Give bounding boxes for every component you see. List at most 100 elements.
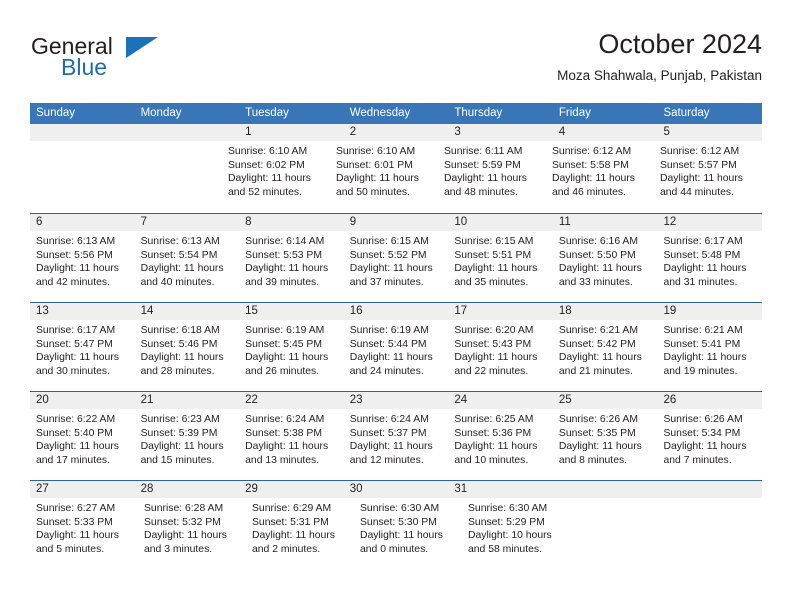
sunset-text: Sunset: 6:02 PM: [228, 159, 305, 171]
daylight-text: Daylight: 11 hours and 3 minutes.: [144, 530, 227, 555]
calendar-day-cell[interactable]: Sunrise: 6:10 AM Sunset: 6:01 PM Daylight:…: [330, 124, 438, 213]
calendar-day-cell[interactable]: Sunrise: 6:26 AM Sunset: 5:34 PM Daylight:…: [657, 392, 762, 480]
brand-name-blue: Blue: [61, 54, 108, 80]
calendar-grid: Sunday Monday Tuesday Wednesday Thursday Frid…: [30, 103, 762, 569]
sunset-text: Sunset: 5:47 PM: [36, 338, 113, 350]
sunrise-text: Sunrise: 6:20 AM: [454, 325, 534, 336]
daylight-text: Daylight: 11 hours and 52 minutes.: [228, 173, 311, 198]
calendar-day-cell[interactable]: Sunrise: 6:15 AM Sunset: 5:51 PM Daylight:…: [448, 214, 553, 302]
calendar-day-cell[interactable]: Sunrise: 6:20 AM Sunset: 5:43 PM Daylight:…: [448, 303, 553, 391]
sunrise-text: Sunrise: 6:17 AM: [663, 236, 743, 247]
sunrise-text: Sunrise: 6:16 AM: [558, 236, 639, 247]
daylight-text: Daylight: 11 hours and 33 minutes.: [558, 263, 642, 288]
sunrise-text: Sunrise: 6:24 AM: [349, 414, 429, 425]
week-body: Sunrise: 6:17 AM Sunset: 5:47 PM Daylight:…: [30, 303, 762, 391]
sunset-text: Sunset: 5:44 PM: [349, 338, 427, 350]
sunset-text: Sunset: 5:54 PM: [140, 249, 218, 261]
calendar-day-cell-empty: [570, 481, 666, 569]
calendar-day-cell[interactable]: Sunrise: 6:10 AM Sunset: 6:02 PM Daylight:…: [222, 124, 330, 213]
daylight-text: Daylight: 11 hours and 21 minutes.: [558, 352, 642, 377]
sunset-text: Sunset: 5:51 PM: [454, 249, 532, 261]
sunrise-text: Sunrise: 6:30 AM: [468, 503, 548, 514]
weekday-header-thursday: Thursday: [454, 107, 503, 119]
sunset-text: Sunset: 6:01 PM: [336, 159, 413, 171]
sunrise-text: Sunrise: 6:24 AM: [245, 414, 325, 425]
daylight-text: Daylight: 11 hours and 46 minutes.: [552, 173, 635, 198]
daylight-text: Daylight: 11 hours and 13 minutes.: [245, 441, 329, 466]
calendar-day-cell[interactable]: Sunrise: 6:24 AM Sunset: 5:38 PM Daylight:…: [239, 392, 344, 480]
page-title: October 2024: [598, 29, 762, 59]
daylight-text: Daylight: 11 hours and 5 minutes.: [36, 530, 119, 555]
calendar-weeks: 1 2 3 4 5 Sunrise: 6:10 AM Sunset: 6:02 PM Dayl…: [30, 124, 762, 569]
calendar-day-cell[interactable]: Sunrise: 6:12 AM Sunset: 5:58 PM Daylight:…: [546, 124, 654, 213]
calendar-day-cell[interactable]: Sunrise: 6:14 AM Sunset: 5:53 PM Daylight:…: [239, 214, 344, 302]
weekday-header-row: Sunday Monday Tuesday Wednesday Thursday Frid…: [30, 103, 762, 124]
calendar-day-cell[interactable]: Sunrise: 6:11 AM Sunset: 5:59 PM Daylight:…: [438, 124, 546, 213]
sunset-text: Sunset: 5:42 PM: [558, 338, 636, 350]
calendar-week-row: 27 28 29 30 31 Sunrise: 6:27 AM Sunset: 5:33 P…: [30, 480, 762, 569]
sunset-text: Sunset: 5:57 PM: [660, 159, 737, 171]
calendar-day-cell[interactable]: Sunrise: 6:25 AM Sunset: 5:36 PM Daylight:…: [448, 392, 553, 480]
week-body: Sunrise: 6:13 AM Sunset: 5:56 PM Daylight:…: [30, 214, 762, 302]
daylight-text: Daylight: 11 hours and 28 minutes.: [140, 352, 224, 377]
daylight-text: Daylight: 11 hours and 30 minutes.: [36, 352, 119, 377]
calendar-day-cell-empty: [30, 124, 126, 213]
sunrise-text: Sunrise: 6:15 AM: [454, 236, 534, 247]
calendar-day-cell[interactable]: Sunrise: 6:21 AM Sunset: 5:42 PM Daylight:…: [553, 303, 658, 391]
sunset-text: Sunset: 5:53 PM: [245, 249, 322, 261]
sunrise-text: Sunrise: 6:29 AM: [252, 503, 332, 514]
sunrise-text: Sunrise: 6:10 AM: [228, 146, 308, 157]
sunset-text: Sunset: 5:58 PM: [552, 159, 629, 171]
sunset-text: Sunset: 5:56 PM: [36, 249, 113, 261]
calendar-day-cell[interactable]: Sunrise: 6:12 AM Sunset: 5:57 PM Daylight:…: [654, 124, 762, 213]
calendar-day-cell[interactable]: Sunrise: 6:16 AM Sunset: 5:50 PM Daylight:…: [553, 214, 658, 302]
calendar-day-cell[interactable]: Sunrise: 6:28 AM Sunset: 5:32 PM Daylight:…: [138, 481, 246, 569]
sunrise-text: Sunrise: 6:12 AM: [660, 146, 740, 157]
calendar-week-row: 1 2 3 4 5 Sunrise: 6:10 AM Sunset: 6:02 PM Dayl…: [30, 124, 762, 213]
calendar-week-row: 20 21 22 23 24 25 26 Sunrise: 6:22 AM Sunset: 5:…: [30, 391, 762, 480]
sunrise-text: Sunrise: 6:13 AM: [36, 236, 116, 247]
sunset-text: Sunset: 5:48 PM: [663, 249, 741, 261]
calendar-day-cell[interactable]: Sunrise: 6:23 AM Sunset: 5:39 PM Daylight:…: [135, 392, 240, 480]
daylight-text: Daylight: 11 hours and 37 minutes.: [349, 263, 433, 288]
weekday-header-monday: Monday: [140, 107, 182, 119]
brand-logo[interactable]: General Blue: [30, 28, 250, 86]
calendar-day-cell[interactable]: Sunrise: 6:29 AM Sunset: 5:31 PM Daylight:…: [246, 481, 354, 569]
calendar-day-cell[interactable]: Sunrise: 6:15 AM Sunset: 5:52 PM Daylight:…: [344, 214, 449, 302]
sunset-text: Sunset: 5:39 PM: [140, 427, 218, 439]
sunrise-text: Sunrise: 6:11 AM: [444, 146, 523, 157]
calendar-day-cell[interactable]: Sunrise: 6:30 AM Sunset: 5:29 PM Daylight:…: [462, 481, 570, 569]
daylight-text: Daylight: 11 hours and 44 minutes.: [660, 173, 743, 198]
calendar-day-cell[interactable]: Sunrise: 6:30 AM Sunset: 5:30 PM Daylight:…: [354, 481, 462, 569]
sunset-text: Sunset: 5:36 PM: [454, 427, 532, 439]
sunrise-text: Sunrise: 6:23 AM: [140, 414, 220, 425]
calendar-day-cell[interactable]: Sunrise: 6:24 AM Sunset: 5:37 PM Daylight:…: [344, 392, 449, 480]
sunrise-text: Sunrise: 6:18 AM: [140, 325, 220, 336]
calendar-day-cell[interactable]: Sunrise: 6:13 AM Sunset: 5:54 PM Daylight:…: [135, 214, 240, 302]
sunrise-text: Sunrise: 6:19 AM: [245, 325, 325, 336]
calendar-week-row: 13 14 15 16 17 18 19 Sunrise: 6:17 AM Sunset: 5:…: [30, 302, 762, 391]
page-masthead: General Blue October 2024 Moza Shahwala,…: [30, 28, 762, 96]
week-body: Sunrise: 6:10 AM Sunset: 6:02 PM Daylight:…: [30, 124, 762, 213]
weekday-header-sunday: Sunday: [36, 107, 76, 119]
calendar-day-cell[interactable]: Sunrise: 6:17 AM Sunset: 5:48 PM Daylight:…: [657, 214, 762, 302]
calendar-day-cell[interactable]: Sunrise: 6:27 AM Sunset: 5:33 PM Daylight:…: [30, 481, 138, 569]
daylight-text: Daylight: 11 hours and 19 minutes.: [663, 352, 747, 377]
calendar-day-cell[interactable]: Sunrise: 6:26 AM Sunset: 5:35 PM Daylight:…: [553, 392, 658, 480]
calendar-day-cell[interactable]: Sunrise: 6:18 AM Sunset: 5:46 PM Daylight:…: [135, 303, 240, 391]
sunrise-text: Sunrise: 6:19 AM: [349, 325, 429, 336]
sunset-text: Sunset: 5:32 PM: [144, 516, 221, 528]
calendar-day-cell[interactable]: Sunrise: 6:13 AM Sunset: 5:56 PM Daylight:…: [30, 214, 135, 302]
sunset-text: Sunset: 5:33 PM: [36, 516, 113, 528]
calendar-day-cell[interactable]: Sunrise: 6:21 AM Sunset: 5:41 PM Daylight:…: [657, 303, 762, 391]
sunset-text: Sunset: 5:45 PM: [245, 338, 322, 350]
page-subtitle: Moza Shahwala, Punjab, Pakistan: [557, 68, 762, 83]
daylight-text: Daylight: 11 hours and 39 minutes.: [245, 263, 329, 288]
calendar-day-cell[interactable]: Sunrise: 6:17 AM Sunset: 5:47 PM Daylight:…: [30, 303, 135, 391]
calendar-page: General Blue October 2024 Moza Shahwala,…: [0, 0, 792, 612]
calendar-day-cell[interactable]: Sunrise: 6:22 AM Sunset: 5:40 PM Daylight:…: [30, 392, 135, 480]
calendar-day-cell[interactable]: Sunrise: 6:19 AM Sunset: 5:44 PM Daylight:…: [344, 303, 449, 391]
daylight-text: Daylight: 11 hours and 8 minutes.: [558, 441, 642, 466]
sunrise-text: Sunrise: 6:30 AM: [360, 503, 440, 514]
calendar-day-cell[interactable]: Sunrise: 6:19 AM Sunset: 5:45 PM Daylight:…: [239, 303, 344, 391]
